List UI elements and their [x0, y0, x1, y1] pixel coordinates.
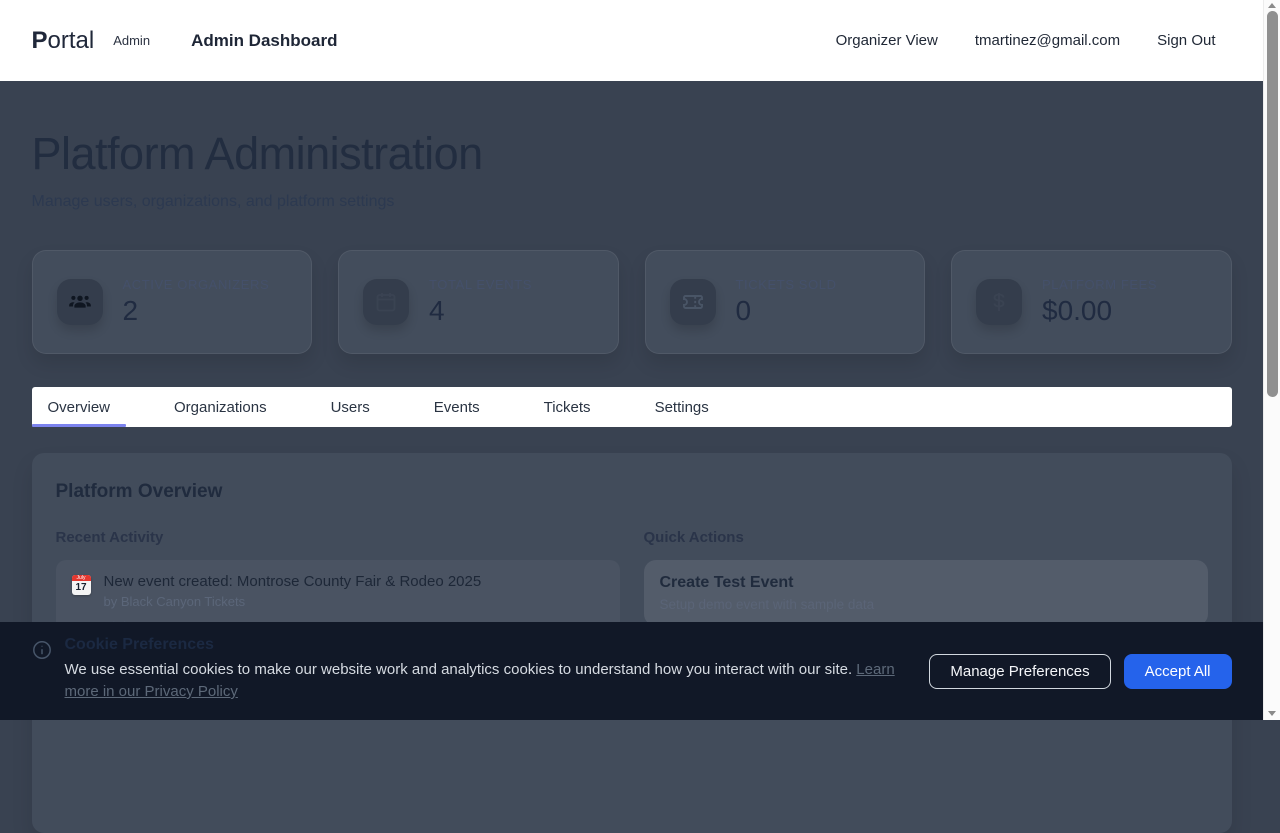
recent-activity-title: Recent Activity	[56, 529, 620, 546]
organizer-view-link[interactable]: Organizer View	[836, 32, 938, 49]
page-title: Admin Dashboard	[191, 31, 337, 51]
stat-card-tickets-sold: TICKETS SOLD 0	[645, 250, 926, 354]
stat-value: $0.00	[1042, 295, 1157, 327]
scrollbar-thumb[interactable]	[1267, 11, 1278, 397]
stat-card-active-organizers: ACTIVE ORGANIZERS 2	[32, 250, 313, 354]
stat-label: TOTAL EVENTS	[429, 277, 532, 292]
admin-tab-bar: Overview Organizations Users Events Tick…	[32, 387, 1232, 427]
hero-subtitle: Manage users, organizations, and platfor…	[32, 193, 1232, 211]
sign-out-link[interactable]: Sign Out	[1157, 32, 1215, 49]
info-icon	[32, 640, 52, 703]
scrollbar-up-arrow[interactable]	[1268, 3, 1276, 8]
people-icon	[57, 279, 103, 325]
stat-value: 4	[429, 295, 532, 327]
stat-value: 2	[123, 295, 270, 327]
user-email-menu[interactable]: tmartinez@gmail.com	[975, 32, 1120, 49]
scrollbar-down-arrow[interactable]	[1268, 711, 1276, 716]
activity-organization: by Black Canyon Tickets	[104, 594, 482, 609]
tab-overview[interactable]: Overview	[32, 387, 127, 427]
create-test-event-action[interactable]: Create Test Event Setup demo event with …	[644, 560, 1208, 626]
ticket-icon	[670, 279, 716, 325]
stats-row: ACTIVE ORGANIZERS 2 TOTAL EVENTS 4	[32, 250, 1232, 354]
stat-value: 0	[736, 295, 837, 327]
logo-initial: P	[32, 27, 48, 54]
portal-logo[interactable]: Portal	[32, 27, 95, 55]
stat-label: ACTIVE ORGANIZERS	[123, 277, 270, 292]
cookie-consent-banner: Cookie Preferences We use essential cook…	[0, 622, 1263, 720]
accept-all-button[interactable]: Accept All	[1124, 654, 1232, 689]
stat-card-platform-fees: PLATFORM FEES $0.00	[951, 250, 1232, 354]
quick-actions-title: Quick Actions	[644, 529, 1208, 546]
cookie-banner-heading: Cookie Preferences	[65, 636, 930, 654]
calendar-emoji-icon: July 17	[72, 575, 91, 595]
manage-preferences-button[interactable]: Manage Preferences	[929, 654, 1110, 689]
overview-title: Platform Overview	[56, 481, 1208, 503]
tab-events[interactable]: Events	[418, 387, 496, 427]
hero-section: Platform Administration Manage users, or…	[0, 81, 1263, 833]
quick-action-title: Create Test Event	[660, 574, 1192, 592]
navbar-links: Organizer View tmartinez@gmail.com Sign …	[836, 32, 1232, 49]
stat-label: PLATFORM FEES	[1042, 277, 1157, 292]
calendar-icon	[363, 279, 409, 325]
stat-card-total-events: TOTAL EVENTS 4	[338, 250, 619, 354]
tab-settings[interactable]: Settings	[639, 387, 725, 427]
dollar-icon	[976, 279, 1022, 325]
tab-tickets[interactable]: Tickets	[528, 387, 607, 427]
page: Portal Admin Admin Dashboard Organizer V…	[0, 0, 1263, 720]
vertical-scrollbar[interactable]	[1263, 0, 1280, 720]
logo-rest: ortal	[48, 27, 95, 54]
tab-users[interactable]: Users	[315, 387, 386, 427]
cookie-message-text: We use essential cookies to make our web…	[65, 661, 853, 678]
tab-organizations[interactable]: Organizations	[158, 387, 283, 427]
stat-label: TICKETS SOLD	[736, 277, 837, 292]
activity-title: New event created: Montrose County Fair …	[104, 573, 482, 590]
quick-action-subtitle: Setup demo event with sample data	[660, 597, 1192, 612]
top-navbar: Portal Admin Admin Dashboard Organizer V…	[0, 0, 1263, 81]
cookie-banner-message: We use essential cookies to make our web…	[65, 659, 930, 703]
calendar-emoji-day: 17	[72, 581, 91, 595]
admin-badge: Admin	[113, 33, 150, 48]
hero-title: Platform Administration	[32, 128, 1232, 180]
